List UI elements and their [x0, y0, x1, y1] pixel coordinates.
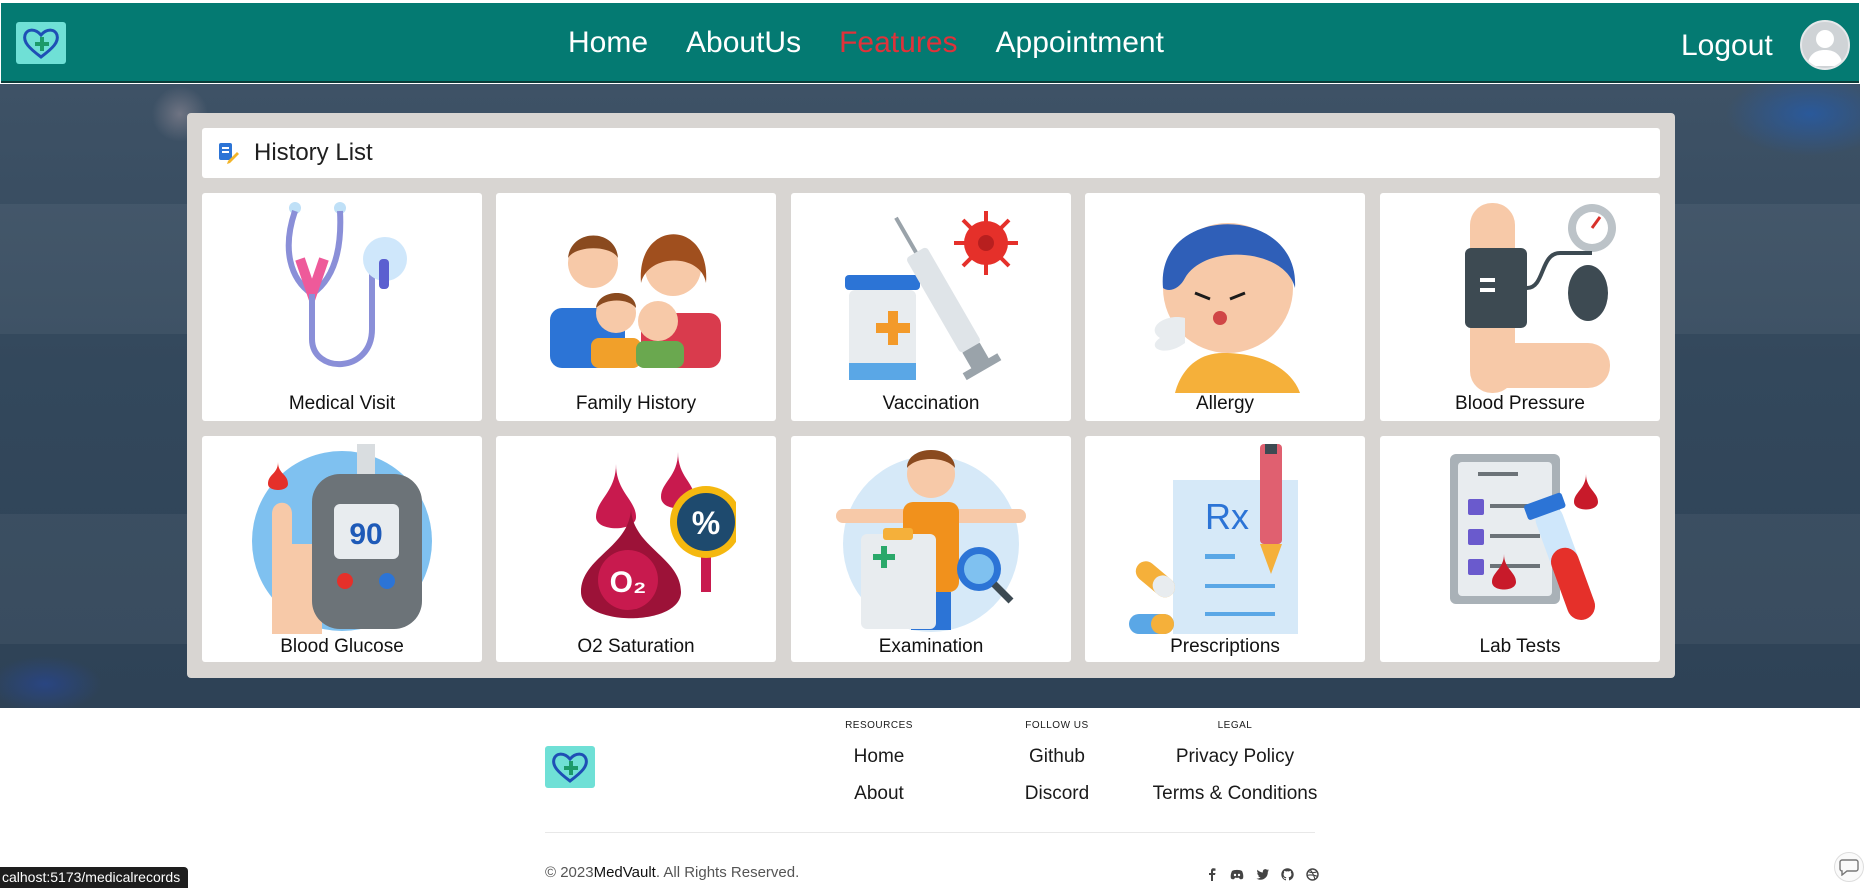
footer-follow-us: FOLLOW US Github Discord	[1015, 720, 1099, 805]
card-o2-saturation[interactable]: O₂ % O2 Saturation	[496, 436, 776, 662]
discord-icon[interactable]	[1229, 866, 1245, 882]
card-prescriptions[interactable]: Rx Prescriptions	[1085, 436, 1365, 662]
card-vaccination[interactable]: Vaccination	[791, 193, 1071, 421]
card-label: O2 Saturation	[577, 636, 695, 657]
examination-icon	[836, 450, 1026, 632]
svg-text:90: 90	[349, 518, 382, 551]
navbar: Home AboutUs Features Appointment Logout	[1, 3, 1859, 83]
card-allergy[interactable]: Allergy	[1085, 193, 1365, 421]
card-label: Allergy	[1195, 393, 1255, 414]
card-label: Family History	[575, 393, 697, 414]
nav-appointment[interactable]: Appointment	[996, 23, 1164, 63]
footer-logo[interactable]	[545, 746, 595, 788]
footer-divider	[545, 832, 1315, 833]
footer-heading: FOLLOW US	[1025, 720, 1089, 731]
card-blood-pressure[interactable]: Blood Pressure	[1380, 193, 1660, 421]
facebook-icon[interactable]	[1204, 866, 1220, 882]
svg-text:Rx: Rx	[1205, 496, 1249, 537]
card-family-history[interactable]: Family History	[496, 193, 776, 421]
svg-text:%: %	[692, 505, 720, 541]
blood-pressure-icon	[1465, 203, 1616, 393]
brand-name: MedVault	[593, 864, 656, 881]
heart-logo-icon	[23, 28, 59, 59]
browser-status-url: calhost:5173/medicalrecords	[0, 867, 189, 888]
copyright: © 2023MedVault. All Rights Reserved.	[545, 864, 799, 881]
footer-link-privacy[interactable]: Privacy Policy	[1150, 746, 1320, 768]
card-label: Blood Glucose	[280, 636, 404, 657]
copyright-suffix: . All Rights Reserved.	[655, 864, 800, 881]
github-icon[interactable]	[1279, 866, 1295, 882]
user-icon	[1807, 30, 1843, 66]
oxygen-drop-icon: O₂ %	[581, 452, 736, 619]
app-logo[interactable]	[16, 22, 66, 64]
footer-legal: LEGAL Privacy Policy Terms & Conditions	[1150, 720, 1320, 805]
logout-button[interactable]: Logout	[1681, 26, 1773, 66]
card-label: Lab Tests	[1479, 636, 1561, 657]
nav-home[interactable]: Home	[568, 23, 648, 63]
nav-features[interactable]: Features	[839, 23, 957, 63]
family-icon	[550, 234, 721, 368]
footer-link-github[interactable]: Github	[1015, 746, 1099, 768]
chat-icon	[1839, 859, 1859, 876]
card-label: Vaccination	[882, 393, 980, 414]
panel-title: History List	[254, 139, 373, 166]
card-label: Medical Visit	[288, 393, 396, 414]
card-label: Blood Pressure	[1455, 393, 1585, 414]
card-blood-glucose[interactable]: 90 Blood Glucose	[202, 436, 482, 662]
nav-aboutus[interactable]: AboutUs	[686, 23, 801, 63]
footer-link-terms[interactable]: Terms & Conditions	[1150, 783, 1320, 805]
records-icon	[219, 143, 239, 164]
syringe-icon	[845, 211, 1018, 381]
card-examination[interactable]: Examination	[791, 436, 1071, 662]
prescription-icon: Rx	[1129, 444, 1298, 634]
footer-link-discord[interactable]: Discord	[1015, 783, 1099, 805]
dribbble-icon[interactable]	[1304, 866, 1320, 882]
stethoscope-icon	[285, 202, 407, 367]
card-lab-tests[interactable]: Lab Tests	[1380, 436, 1660, 662]
social-links	[1204, 866, 1320, 882]
sneezing-icon	[1154, 223, 1300, 393]
panel-header: History List	[202, 128, 1660, 178]
footer-link-about[interactable]: About	[836, 783, 922, 805]
lab-test-icon	[1450, 454, 1598, 620]
footer-heading: LEGAL	[1217, 720, 1253, 731]
glucose-meter-icon: 90	[252, 444, 432, 634]
footer-resources: RESOURCES Home About	[836, 720, 922, 805]
footer-heading: RESOURCES	[845, 720, 913, 731]
avatar[interactable]	[1800, 20, 1850, 70]
twitter-icon[interactable]	[1254, 866, 1270, 882]
svg-text:O₂: O₂	[610, 566, 647, 599]
card-label: Examination	[878, 636, 984, 657]
copyright-prefix: © 2023	[545, 864, 594, 881]
chat-widget[interactable]	[1834, 852, 1864, 882]
footer-link-home[interactable]: Home	[836, 746, 922, 768]
card-medical-visit[interactable]: Medical Visit	[202, 193, 482, 421]
nav-links: Home AboutUs Features Appointment	[568, 23, 1164, 63]
card-label: Prescriptions	[1170, 636, 1280, 657]
heart-logo-icon	[552, 752, 588, 783]
